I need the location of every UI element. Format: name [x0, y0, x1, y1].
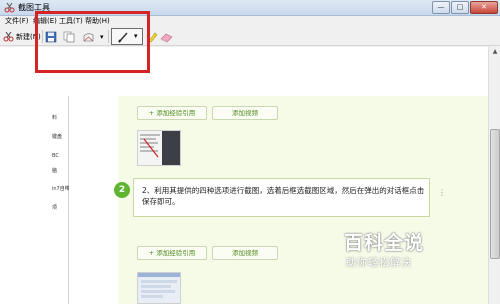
add-experience-button[interactable]: + 添加经验引用: [137, 106, 207, 120]
close-button[interactable]: ✕: [470, 1, 498, 14]
screenshot-thumbnail: [137, 130, 181, 166]
watermark: 百科全说 助你轻松解决: [344, 230, 460, 282]
window-controls: — □ ✕: [431, 1, 498, 14]
step-text: 2、利用其提供的四种选项进行截图，选着后框选截图区域，然后在弹出的对话框点击保存…: [142, 186, 425, 206]
thumbnail-image: [138, 131, 180, 165]
eraser-icon: [160, 33, 173, 43]
sidebar-item: 脑: [52, 168, 58, 174]
watermark-subtitle: 助你轻松解决: [346, 258, 412, 269]
snipping-tool-window: 截图工具 — □ ✕ 文件(F) 编辑(E) 工具(T) 帮助(H) 新建(N): [0, 0, 500, 304]
minimize-button[interactable]: —: [432, 1, 450, 14]
screenshot-thumbnail: [137, 272, 181, 304]
watermark-title: 百科全说: [344, 232, 425, 254]
add-video-button[interactable]: 添加视频: [212, 246, 278, 260]
sidebar-item: 键盘: [52, 134, 63, 140]
scroll-up-arrow-icon[interactable]: ▲: [490, 47, 500, 57]
step-text-box[interactable]: 2、利用其提供的四种选项进行截图，选着后框选截图区域，然后在弹出的对话框点击保存…: [133, 178, 430, 217]
sidebar-item: BC: [52, 153, 59, 159]
scissors-app-icon: [4, 2, 15, 13]
thumbnail-image: [138, 273, 180, 303]
add-experience-button[interactable]: + 添加经验引用: [137, 246, 207, 260]
step-number-badge: 2: [114, 182, 130, 198]
scissors-icon: [3, 31, 14, 42]
scrollbar-thumb[interactable]: [490, 129, 500, 259]
add-video-button[interactable]: 添加视频: [212, 106, 278, 120]
sidebar-item: 项: [52, 205, 58, 211]
sidebar-item: 料: [52, 115, 58, 121]
sidebar-item: in7自带: [52, 186, 69, 192]
share-icon[interactable]: ⋮: [437, 186, 447, 214]
eraser-button[interactable]: [160, 29, 173, 44]
maximize-button[interactable]: □: [451, 1, 469, 14]
menu-file[interactable]: 文件(F): [5, 16, 29, 27]
vertical-scrollbar[interactable]: ▲: [488, 47, 500, 304]
captured-sidebar: 料 键盘 BC 脑 in7自带 项: [51, 96, 69, 304]
red-annotation-rectangle: [35, 11, 150, 73]
